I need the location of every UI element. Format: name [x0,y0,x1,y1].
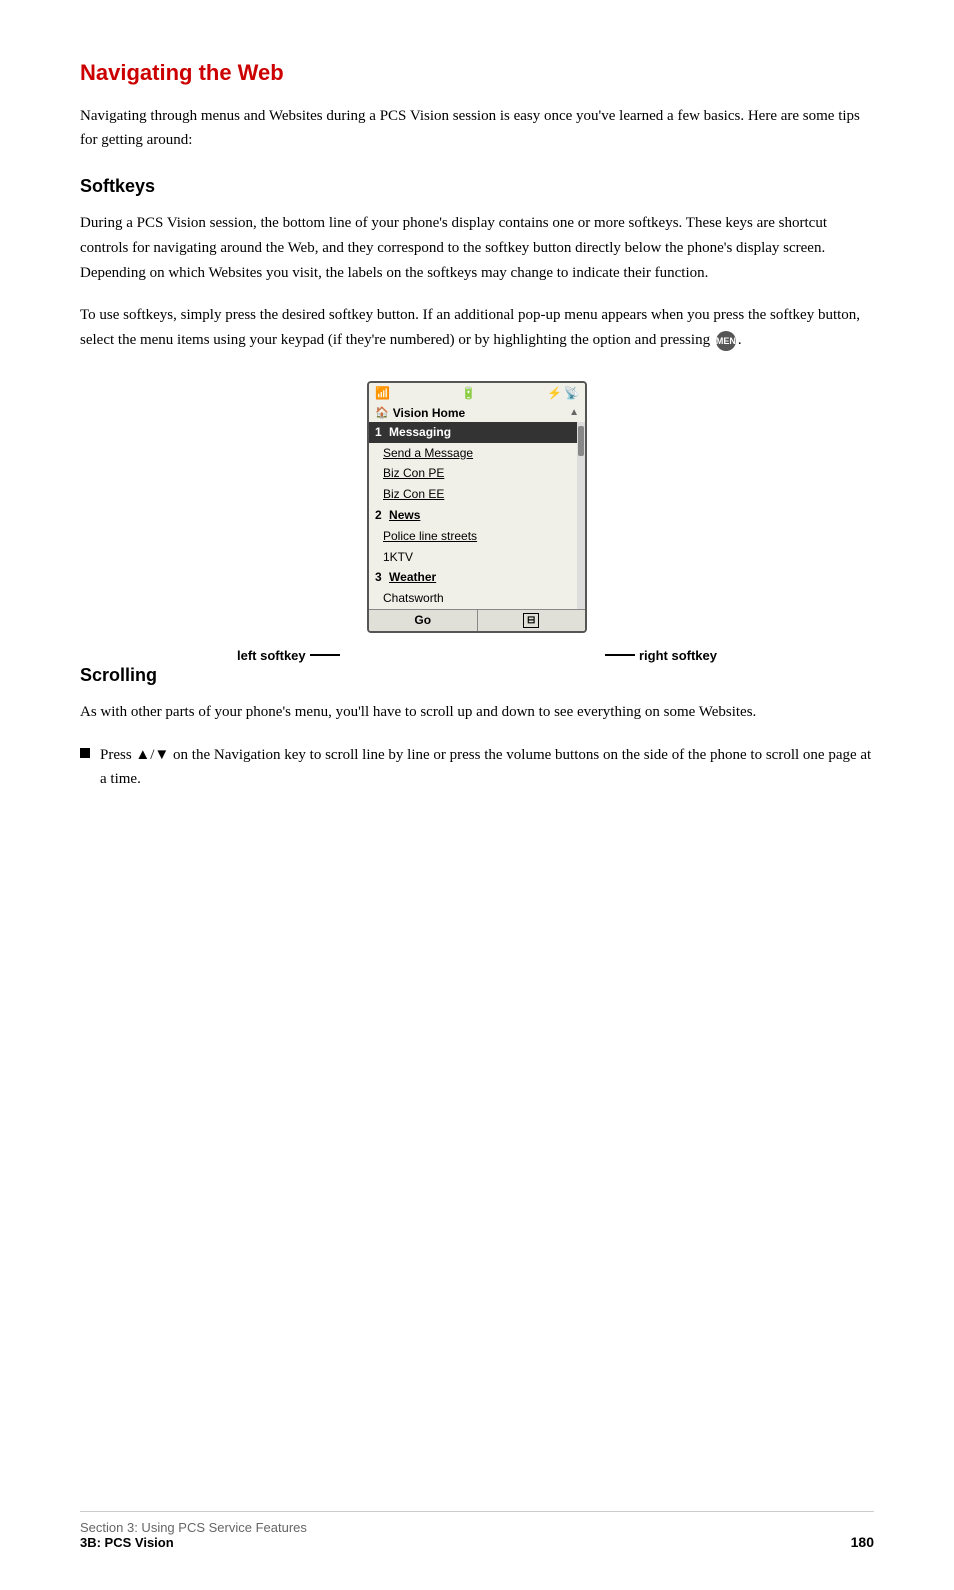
go-label: Go [414,613,431,627]
right-softkey-label: right softkey [639,648,717,663]
item-1-label: Messaging [389,425,451,439]
intro-paragraph: Navigating through menus and Websites du… [80,104,874,152]
vision-home-label: Vision Home [393,406,465,420]
biz-con-ee-text: Biz Con EE [383,487,444,501]
bullet-item-scroll: Press ▲/▼ on the Navigation key to scrol… [80,743,874,793]
scroll-up-indicator: ▲ [569,407,579,418]
footer-left: Section 3: Using PCS Service Features 3B… [80,1520,307,1550]
footer-page-number: 180 [851,1534,874,1550]
biz-con-pe-text: Biz Con PE [383,466,444,480]
scroll-thumb [578,426,584,456]
phone-screen: 📶 🔋 ⚡📡 🏠 Vision Home ▲ [367,381,587,633]
1ktv-text: 1KTV [383,550,413,564]
item-2-number: 2 [375,508,382,522]
page-footer: Section 3: Using PCS Service Features 3B… [80,1511,874,1550]
page-title: Navigating the Web [80,60,874,86]
phone-scrollbar [577,422,585,609]
footer-section-label: Section 3: Using PCS Service Features [80,1520,307,1535]
phone-diagram: left softkey right softkey 📶 🔋 ⚡📡 [80,381,874,633]
bullet-icon [80,748,90,758]
menu-item-police-line-streets: Police line streets [369,526,577,547]
footer-chapter-label: 3B: PCS Vision [80,1535,307,1550]
menu-item-send-message: Send a Message [369,443,577,464]
menu-item-news: 2 News [369,505,577,526]
antenna-icon: ⚡📡 [547,386,579,401]
menu-item-biz-con-pe: Biz Con PE [369,463,577,484]
menu-item-chatsworth: Chatsworth [369,588,577,609]
phone-menu-header: 🏠 Vision Home ▲ [369,404,585,422]
softkeys-para2-text: To use softkeys, simply press the desire… [80,307,860,348]
phone-options-button[interactable]: ⊟ [478,610,586,631]
chatsworth-text: Chatsworth [383,591,444,605]
right-arrow-line [605,654,635,656]
softkeys-para1: During a PCS Vision session, the bottom … [80,211,874,285]
phone-menu-container: 1 Messaging Send a Message Biz Con PE [369,422,585,609]
battery-icon: 🔋 [461,386,476,401]
softkeys-heading: Softkeys [80,176,874,197]
phone-go-button[interactable]: Go [369,610,478,631]
scrolling-section: Scrolling As with other parts of your ph… [80,665,874,792]
send-message-text: Send a Message [383,446,473,460]
menu-item-messaging: 1 Messaging [369,422,577,443]
home-icon: 🏠 [375,406,389,419]
menu-ok-icon: MENU OK [716,331,736,351]
phone-menu-items: 1 Messaging Send a Message Biz Con PE [369,422,577,609]
item-3-label: Weather [389,570,436,584]
police-line-streets-text: Police line streets [383,529,477,543]
left-arrow-line [310,654,340,656]
menu-item-weather: 3 Weather [369,567,577,588]
scrolling-paragraph: As with other parts of your phone's menu… [80,700,874,725]
phone-softkey-bar: Go ⊟ [369,609,585,631]
item-1-number: 1 [375,425,382,439]
scrolling-heading: Scrolling [80,665,874,686]
item-2-label: News [389,508,420,522]
phone-status-bar: 📶 🔋 ⚡📡 [369,383,585,404]
menu-item-1ktv: 1KTV [369,547,577,568]
menu-item-biz-con-ee: Biz Con EE [369,484,577,505]
signal-icon: 📶 [375,386,390,401]
bullet-text: Press ▲/▼ on the Navigation key to scrol… [100,743,874,793]
options-icon: ⊟ [523,613,539,628]
scrolling-bullet-list: Press ▲/▼ on the Navigation key to scrol… [80,743,874,793]
softkeys-para2: To use softkeys, simply press the desire… [80,303,874,353]
left-softkey-label: left softkey [237,648,306,663]
item-3-number: 3 [375,570,382,584]
